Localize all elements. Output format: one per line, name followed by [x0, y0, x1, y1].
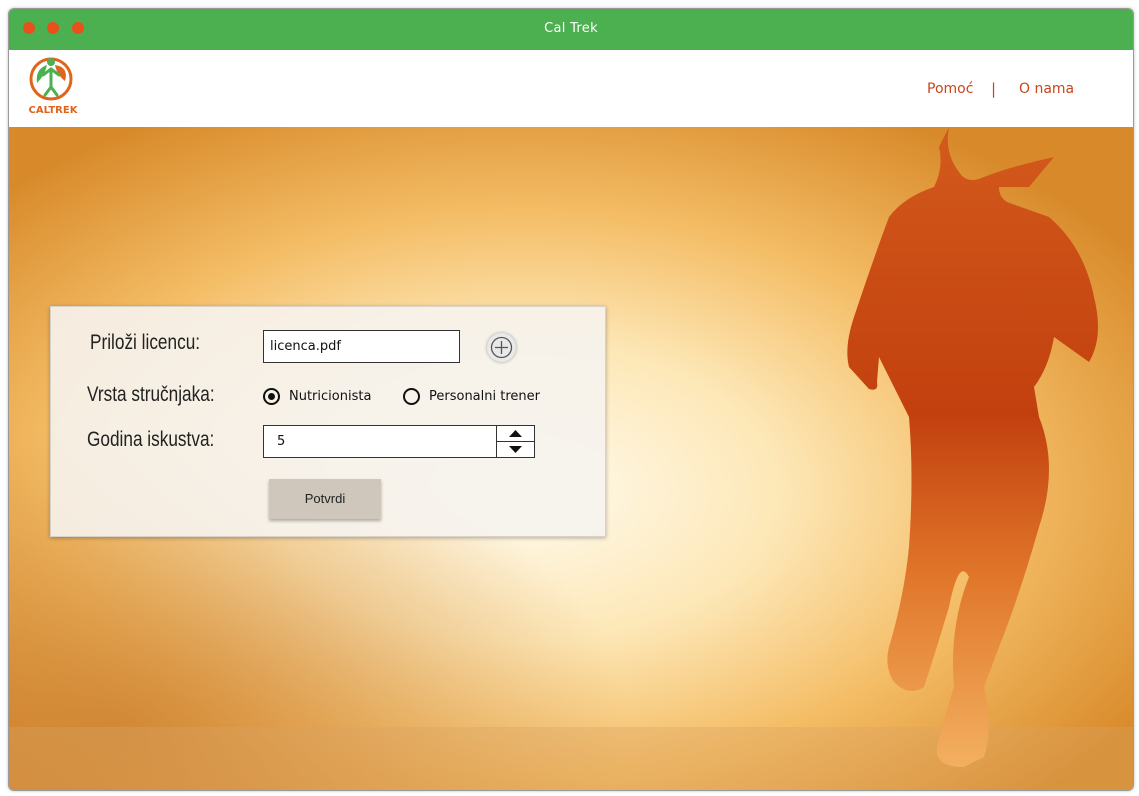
- add-file-button[interactable]: [487, 333, 516, 362]
- nutritionist-radio-label[interactable]: Nutricionista: [289, 389, 371, 404]
- radio-selected-dot: [268, 393, 275, 400]
- nav-bar: CALTREK Pomoć | O nama: [9, 50, 1133, 127]
- nav-about-link[interactable]: O nama: [1019, 81, 1074, 97]
- spin-down-button[interactable]: [497, 442, 534, 457]
- experience-value[interactable]: 5: [277, 434, 285, 449]
- nav-help-link[interactable]: Pomoć: [927, 81, 973, 97]
- spin-up-button[interactable]: [497, 426, 534, 442]
- personal-trainer-radio[interactable]: [403, 388, 420, 405]
- add-file-icon: [490, 336, 513, 359]
- license-label: Priloži licencu:: [90, 331, 201, 354]
- app-window: Cal Trek CALTREK Pomoć | O nama Priloži …: [8, 8, 1134, 791]
- caltrek-logo[interactable]: CALTREK: [23, 53, 83, 119]
- nav-separator: |: [991, 80, 997, 98]
- logo-text: CALTREK: [29, 105, 79, 116]
- spin-up-icon: [509, 430, 522, 437]
- nutritionist-radio[interactable]: [263, 388, 280, 405]
- expert-registration-form: Priloži licencu: licenca.pdf Vrsta struč…: [50, 306, 606, 537]
- spin-down-icon: [509, 446, 522, 453]
- title-bar: Cal Trek: [9, 9, 1133, 50]
- expert-type-label: Vrsta stručnjaka:: [87, 383, 215, 406]
- spinner-buttons: [496, 426, 534, 457]
- experience-label: Godina iskustva:: [87, 428, 215, 451]
- experience-spinner[interactable]: 5: [263, 425, 535, 458]
- window-title: Cal Trek: [544, 21, 598, 36]
- hero-background: Priloži licencu: licenca.pdf Vrsta struč…: [9, 127, 1133, 790]
- submit-button[interactable]: Potvrdi: [269, 479, 381, 519]
- personal-trainer-radio-label[interactable]: Personalni trener: [429, 389, 540, 404]
- license-file-field[interactable]: licenca.pdf: [263, 330, 460, 363]
